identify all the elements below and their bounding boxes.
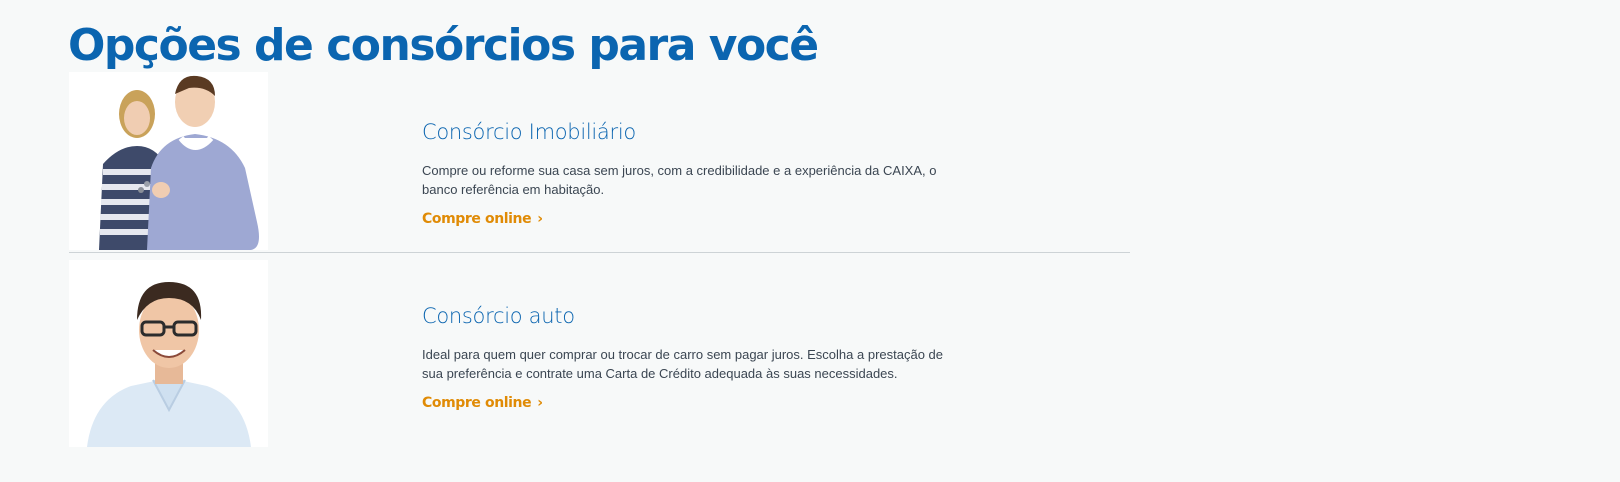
buy-online-link[interactable]: Compre online › bbox=[422, 211, 543, 227]
couple-photo bbox=[69, 72, 268, 250]
consortium-card-real-estate: Consórcio Imobiliário Compre ou reforme … bbox=[69, 72, 1130, 253]
card-text: Consórcio Imobiliário Compre ou reforme … bbox=[422, 120, 962, 228]
man-photo bbox=[69, 260, 268, 447]
page-title: Opções de consórcios para você bbox=[68, 20, 819, 71]
cta-label: Compre online bbox=[422, 395, 532, 412]
card-title: Consórcio auto bbox=[422, 304, 575, 328]
card-text: Consórcio auto Ideal para quem quer comp… bbox=[422, 304, 962, 412]
buy-online-link[interactable]: Compre online › bbox=[422, 395, 543, 411]
cta-label: Compre online bbox=[422, 211, 532, 228]
card-description: Compre ou reforme sua casa sem juros, co… bbox=[422, 163, 937, 198]
card-title: Consórcio Imobiliário bbox=[422, 120, 636, 144]
chevron-right-icon: › bbox=[537, 395, 543, 412]
chevron-right-icon: › bbox=[537, 211, 543, 228]
consortium-card-auto: Consórcio auto Ideal para quem quer comp… bbox=[69, 260, 1130, 448]
card-description: Ideal para quem quer comprar ou trocar d… bbox=[422, 347, 943, 382]
